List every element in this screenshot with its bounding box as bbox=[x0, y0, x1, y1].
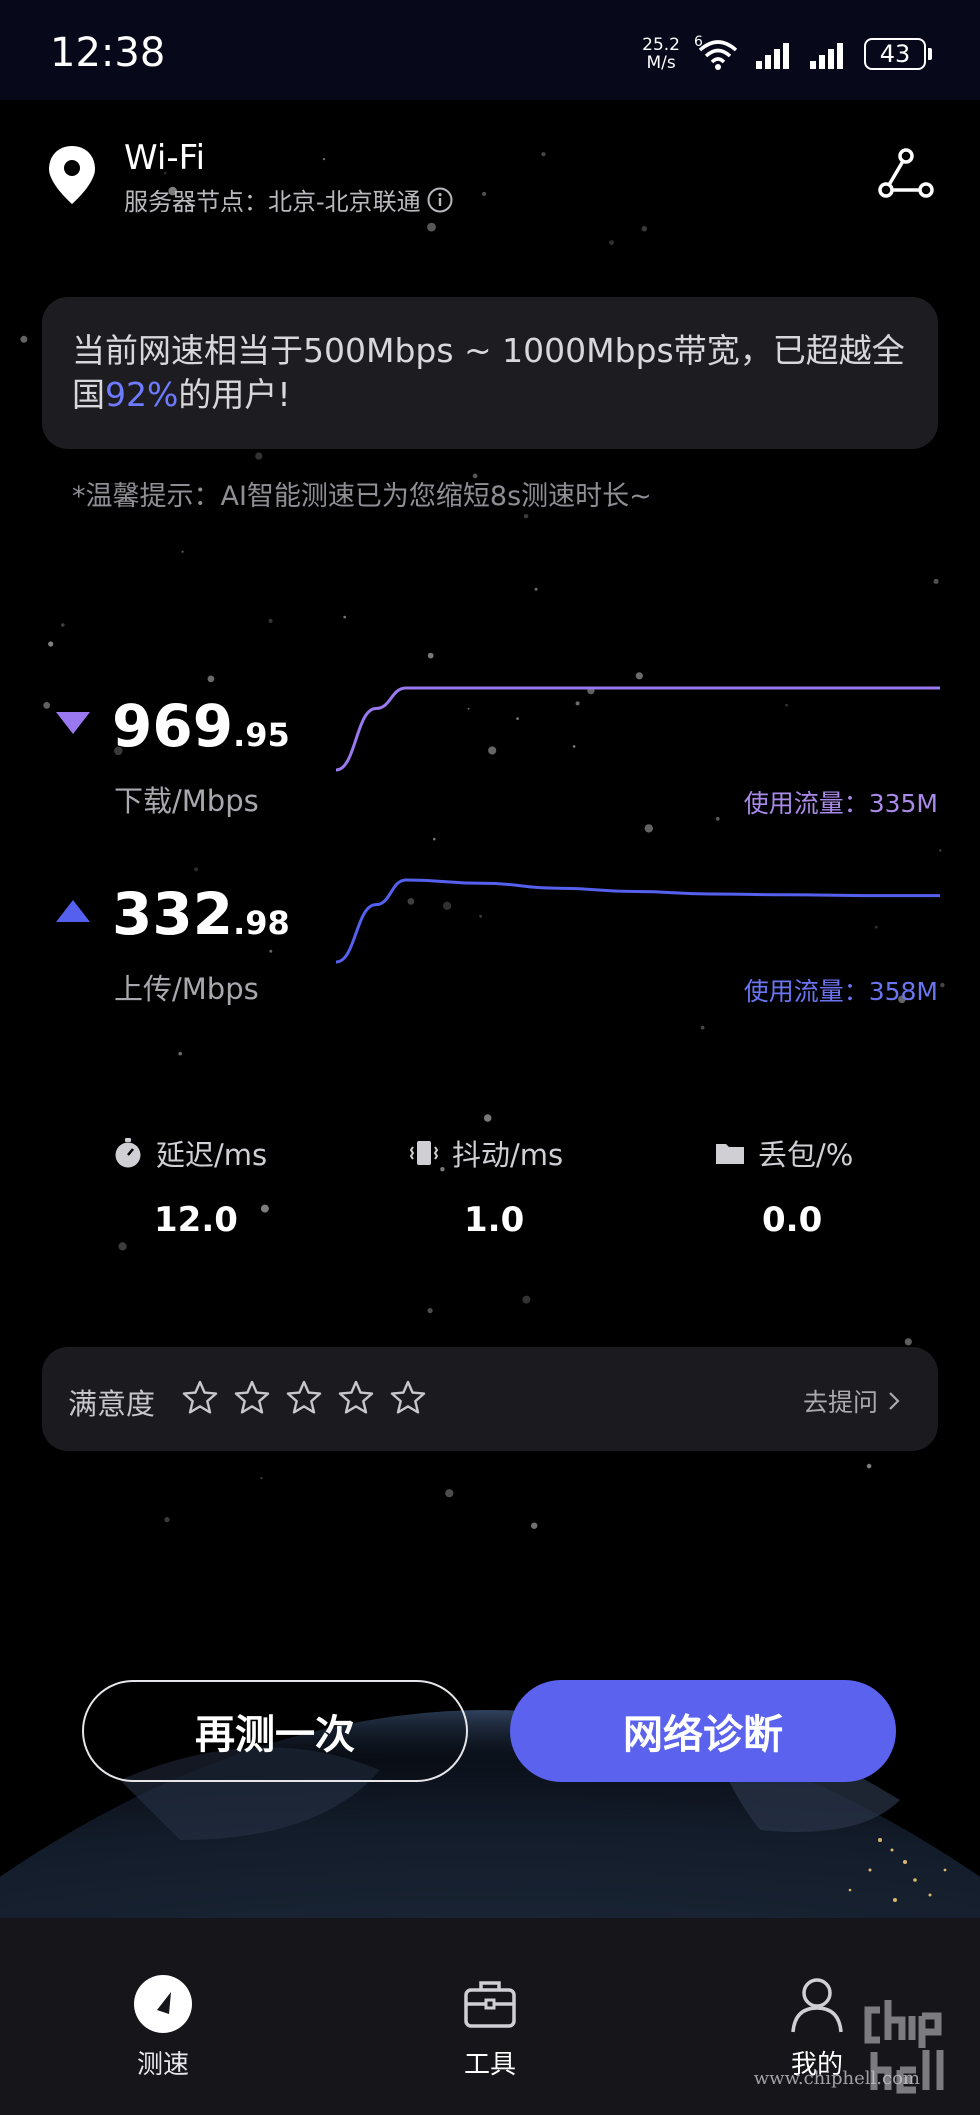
rating-star-5[interactable] bbox=[390, 1373, 426, 1423]
upload-speed-curve bbox=[335, 878, 940, 964]
nav-speedtest-label: 测速 bbox=[136, 2050, 189, 2080]
download-speed-int: 969 bbox=[112, 692, 234, 760]
upload-speed-int: 332 bbox=[112, 880, 234, 948]
download-curve-line bbox=[335, 686, 940, 772]
download-speed-dec: .95 bbox=[233, 716, 290, 754]
jitter-icon bbox=[409, 1141, 439, 1165]
packet-loss-metric: 丢包/% 0.0 bbox=[714, 1132, 980, 1240]
latency-label: 延迟/ms bbox=[156, 1138, 268, 1172]
network-name: Wi-Fi bbox=[124, 138, 206, 178]
latency-metric: 延迟/ms 12.0 bbox=[112, 1132, 412, 1240]
result-summary-card: 当前网速相当于500Mbps ~ 1000Mbps带宽，已超越全国92%的用户! bbox=[42, 297, 938, 449]
wifi-6-badge: 6 bbox=[694, 34, 703, 50]
download-arrow-icon bbox=[56, 712, 90, 734]
upload-speed-value: 332.98 bbox=[112, 880, 290, 948]
upload-curve-line bbox=[335, 878, 940, 964]
server-node-label: 服务器节点：北京-北京联通 bbox=[124, 188, 421, 216]
status-icons: 25.2 M/s 6 43 bbox=[642, 34, 932, 74]
toolbox-icon bbox=[464, 1981, 516, 2028]
satisfaction-rating-card: 满意度 去提问 bbox=[42, 1347, 938, 1451]
stopwatch-icon bbox=[115, 1138, 141, 1168]
network-diagnose-button[interactable]: 网络诊断 bbox=[510, 1680, 896, 1782]
network-speed-indicator: 25.2 M/s bbox=[642, 36, 680, 72]
ask-question-link[interactable]: 去提问 bbox=[803, 1383, 900, 1419]
rating-star-1[interactable] bbox=[182, 1373, 218, 1423]
satisfaction-label: 满意度 bbox=[68, 1387, 156, 1421]
status-bar: 12:38 25.2 M/s 6 43 bbox=[0, 0, 980, 100]
nav-speedtest[interactable]: 测速 bbox=[93, 1974, 233, 2081]
net-speed-unit: M/s bbox=[646, 53, 676, 73]
status-time: 12:38 bbox=[50, 30, 166, 76]
upload-traffic-usage: 使用流量：358M bbox=[743, 977, 938, 1006]
jitter-metric: 抖动/ms 1.0 bbox=[408, 1132, 708, 1240]
result-summary-text: 当前网速相当于500Mbps ~ 1000Mbps带宽，已超越全国92%的用户! bbox=[72, 329, 908, 417]
nav-tools[interactable]: 工具 bbox=[420, 1974, 560, 2081]
packet-loss-label: 丢包/% bbox=[758, 1138, 854, 1172]
folder-icon bbox=[716, 1144, 744, 1164]
latency-value: 12.0 bbox=[154, 1200, 238, 1240]
retest-button[interactable]: 再测一次 bbox=[82, 1680, 468, 1782]
nav-tools-label: 工具 bbox=[463, 2050, 516, 2080]
summary-percent: 92% bbox=[105, 375, 179, 414]
summary-suffix: 的用户! bbox=[178, 375, 291, 414]
user-icon bbox=[791, 1978, 843, 2033]
upload-unit-label: 上传/Mbps bbox=[114, 972, 259, 1006]
signal-icon bbox=[810, 43, 843, 69]
share-icon[interactable] bbox=[876, 146, 936, 202]
server-node[interactable]: 服务器节点：北京-北京联通 bbox=[124, 182, 453, 217]
battery-icon: 43 bbox=[864, 38, 932, 70]
net-speed-value: 25.2 bbox=[642, 35, 680, 55]
rating-star-4[interactable] bbox=[338, 1373, 374, 1423]
location-pin-icon bbox=[49, 146, 95, 204]
speedometer-icon bbox=[134, 1975, 192, 2033]
rating-star-2[interactable] bbox=[234, 1373, 270, 1423]
upload-speed-dec: .98 bbox=[233, 904, 290, 942]
signal-icon bbox=[756, 43, 789, 69]
download-speed-value: 969.95 bbox=[112, 692, 290, 760]
download-speed-curve bbox=[335, 686, 940, 772]
ask-question-label: 去提问 bbox=[802, 1388, 878, 1417]
rating-stars bbox=[182, 1373, 426, 1423]
battery-level: 43 bbox=[864, 38, 926, 70]
download-traffic-usage: 使用流量：335M bbox=[743, 789, 938, 818]
watermark-text: www.chiphell.com bbox=[753, 2068, 920, 2089]
download-unit-label: 下载/Mbps bbox=[114, 784, 259, 818]
rating-star-3[interactable] bbox=[286, 1373, 322, 1423]
ai-speedtest-tip: *温馨提示：AI智能测速已为您缩短8s测速时长~ bbox=[72, 481, 652, 512]
jitter-value: 1.0 bbox=[464, 1200, 525, 1240]
packet-loss-value: 0.0 bbox=[762, 1200, 823, 1240]
speed-test-result-screen: 12:38 25.2 M/s 6 43 Wi-Fi 服务器节点：北京-北京联通 … bbox=[0, 0, 980, 2115]
wifi-icon: 6 bbox=[694, 34, 742, 72]
upload-arrow-icon bbox=[56, 900, 90, 922]
jitter-label: 抖动/ms bbox=[452, 1138, 564, 1172]
chevron-right-icon bbox=[889, 1392, 900, 1410]
info-icon[interactable] bbox=[427, 187, 453, 213]
